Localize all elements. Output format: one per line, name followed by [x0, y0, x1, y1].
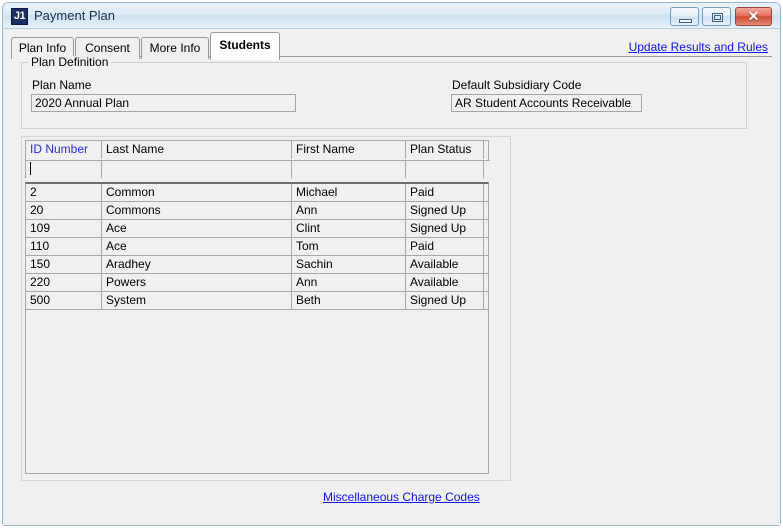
table-row[interactable]: 2 Common Michael Paid: [26, 184, 488, 202]
cell-last-name: Common: [102, 184, 292, 201]
close-icon: ✕: [747, 8, 760, 24]
cell-extra: [484, 220, 488, 237]
filter-cell-id-number[interactable]: [26, 160, 102, 178]
column-header-first-name[interactable]: First Name: [292, 141, 406, 159]
filter-cell-last-name[interactable]: [102, 160, 292, 178]
cell-last-name: System: [102, 292, 292, 309]
cell-extra: [484, 292, 488, 309]
table-row[interactable]: 110 Ace Tom Paid: [26, 238, 488, 256]
cell-last-name: Ace: [102, 220, 292, 237]
cell-plan-status: Signed Up: [406, 220, 484, 237]
plan-name-input[interactable]: 2020 Annual Plan: [31, 94, 296, 112]
filter-cell-extra[interactable]: [484, 160, 490, 178]
cell-extra: [484, 256, 488, 273]
cell-plan-status: Available: [406, 256, 484, 273]
cell-id-number: 2: [26, 184, 102, 201]
cell-first-name: Michael: [292, 184, 406, 201]
tab-more-info[interactable]: More Info: [141, 37, 209, 59]
cell-last-name: Ace: [102, 238, 292, 255]
cell-id-number: 150: [26, 256, 102, 273]
cell-first-name: Tom: [292, 238, 406, 255]
cell-last-name: Aradhey: [102, 256, 292, 273]
close-button[interactable]: ✕: [735, 7, 772, 26]
cell-plan-status: Signed Up: [406, 202, 484, 219]
cell-first-name: Ann: [292, 202, 406, 219]
students-grid-panel: ID Number Last Name First Name Plan Stat…: [21, 136, 511, 481]
app-icon: J1: [11, 8, 28, 25]
column-header-extra[interactable]: [484, 141, 490, 159]
maximize-button[interactable]: [702, 7, 731, 26]
column-header-id-number[interactable]: ID Number: [26, 141, 102, 159]
cell-id-number: 110: [26, 238, 102, 255]
default-subsidiary-code-input[interactable]: AR Student Accounts Receivable: [451, 94, 642, 112]
default-subsidiary-code-label: Default Subsidiary Code: [452, 78, 582, 92]
text-cursor-icon: [30, 162, 31, 175]
minimize-icon: [679, 19, 692, 23]
cell-extra: [484, 184, 488, 201]
column-header-last-name[interactable]: Last Name: [102, 141, 292, 159]
title-bar[interactable]: J1 Payment Plan ✕: [3, 3, 780, 29]
grid-header-block: ID Number Last Name First Name Plan Stat…: [25, 140, 490, 178]
client-area: Plan Info Consent More Info Students Upd…: [3, 29, 780, 525]
window-title: Payment Plan: [34, 8, 115, 23]
cell-id-number: 109: [26, 220, 102, 237]
filter-cell-plan-status[interactable]: [406, 160, 484, 178]
table-row[interactable]: 150 Aradhey Sachin Available: [26, 256, 488, 274]
cell-extra: [484, 202, 488, 219]
table-row[interactable]: 500 System Beth Signed Up: [26, 292, 488, 310]
cell-extra: [484, 274, 488, 291]
tab-students[interactable]: Students: [210, 32, 280, 60]
minimize-button[interactable]: [670, 7, 699, 26]
cell-plan-status: Paid: [406, 184, 484, 201]
cell-plan-status: Signed Up: [406, 292, 484, 309]
cell-plan-status: Available: [406, 274, 484, 291]
cell-last-name: Powers: [102, 274, 292, 291]
plan-name-label: Plan Name: [32, 78, 92, 92]
update-results-and-rules-link[interactable]: Update Results and Rules: [629, 40, 768, 54]
table-row[interactable]: 109 Ace Clint Signed Up: [26, 220, 488, 238]
table-row[interactable]: 220 Powers Ann Available: [26, 274, 488, 292]
cell-first-name: Sachin: [292, 256, 406, 273]
cell-id-number: 500: [26, 292, 102, 309]
plan-definition-label: Plan Definition: [28, 56, 112, 69]
cell-first-name: Ann: [292, 274, 406, 291]
restore-icon: [712, 13, 723, 22]
application-window: J1 Payment Plan ✕ Plan Info Consent More…: [2, 2, 781, 526]
grid-body[interactable]: 2 Common Michael Paid 20 Commons Ann Sig…: [25, 182, 489, 474]
cell-plan-status: Paid: [406, 238, 484, 255]
cell-id-number: 220: [26, 274, 102, 291]
cell-first-name: Clint: [292, 220, 406, 237]
cell-first-name: Beth: [292, 292, 406, 309]
filter-cell-first-name[interactable]: [292, 160, 406, 178]
cell-id-number: 20: [26, 202, 102, 219]
table-row[interactable]: 20 Commons Ann Signed Up: [26, 202, 488, 220]
cell-extra: [484, 238, 488, 255]
column-header-plan-status[interactable]: Plan Status: [406, 141, 484, 159]
miscellaneous-charge-codes-link[interactable]: Miscellaneous Charge Codes: [323, 490, 480, 504]
cell-last-name: Commons: [102, 202, 292, 219]
